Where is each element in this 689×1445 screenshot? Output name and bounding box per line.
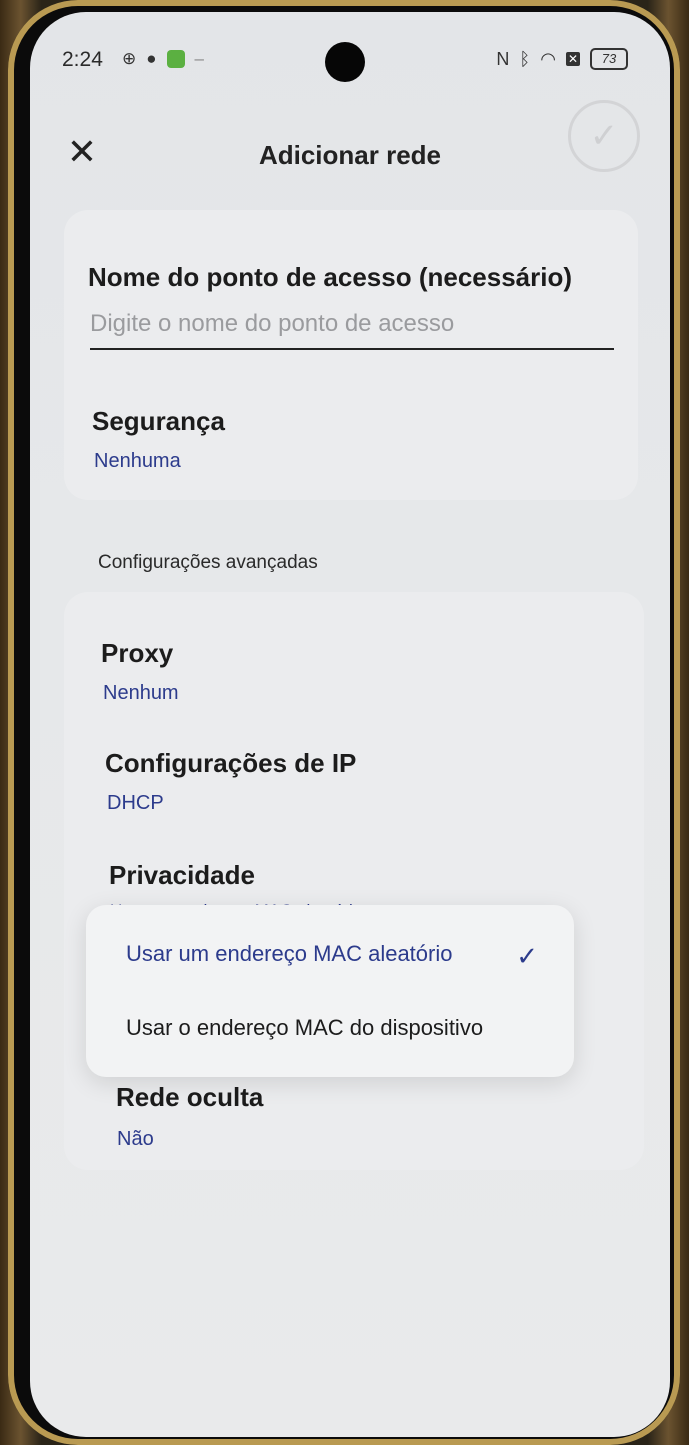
security-label: Segurança [92, 406, 225, 436]
status-time: 2:24 [62, 48, 103, 71]
proxy-label: Proxy [101, 638, 174, 668]
phone-frame: 2:24 ⊕ ● – N ᛒ ◠ ✕ 73 ✕ Adicionar rede ✓… [8, 0, 680, 1445]
dash-icon: – [194, 49, 204, 68]
selected-check-icon: ✓ [516, 941, 538, 971]
status-bar: 2:24 ⊕ ● – N ᛒ ◠ ✕ 73 [30, 12, 670, 102]
privacy-dropdown: Usar um endereço MAC aleatório ✓ Usar o … [86, 905, 574, 1077]
check-icon: ✓ [589, 117, 619, 155]
basic-settings-card: Nome do ponto de acesso (necessário) Dig… [64, 210, 638, 500]
confirm-button[interactable]: ✓ [568, 100, 640, 172]
nfc-icon: N [496, 48, 510, 69]
hidden-network-value: Não [117, 1128, 154, 1150]
status-icons-right: N ᛒ ◠ ✕ 73 [496, 48, 628, 70]
ip-settings-value: DHCP [107, 792, 164, 814]
security-value: Nenhuma [94, 450, 181, 472]
bluetooth-icon: ᛒ [519, 48, 531, 69]
front-camera [325, 42, 365, 82]
privacy-option-device-mac[interactable]: Usar o endereço MAC do dispositivo [126, 1015, 483, 1041]
sim-icon: ✕ [565, 52, 580, 66]
shield-icon: ● [146, 49, 157, 68]
header: ✕ Adicionar rede ✓ [30, 100, 670, 192]
proxy-value: Nenhum [103, 682, 179, 704]
privacy-option-random-mac[interactable]: Usar um endereço MAC aleatório [126, 941, 452, 967]
wifi-icon: ◠ [540, 48, 556, 69]
access-point-input[interactable]: Digite o nome do ponto de acesso [90, 310, 454, 338]
status-icons-left: ⊕ ● – [122, 49, 204, 69]
advanced-section-title: Configurações avançadas [98, 552, 318, 573]
privacy-label: Privacidade [109, 860, 255, 890]
advanced-settings-card: Proxy Nenhum Configurações de IP DHCP Pr… [64, 592, 644, 1170]
battery-icon: 73 [590, 48, 628, 70]
ip-settings-label: Configurações de IP [105, 748, 357, 778]
screen: 2:24 ⊕ ● – N ᛒ ◠ ✕ 73 ✕ Adicionar rede ✓… [30, 12, 670, 1437]
hidden-network-label: Rede oculta [116, 1082, 264, 1112]
access-point-label: Nome do ponto de acesso (necessário) [88, 262, 573, 292]
access-point-underline [90, 348, 614, 350]
target-icon: ⊕ [122, 49, 137, 68]
green-app-icon [166, 50, 185, 68]
